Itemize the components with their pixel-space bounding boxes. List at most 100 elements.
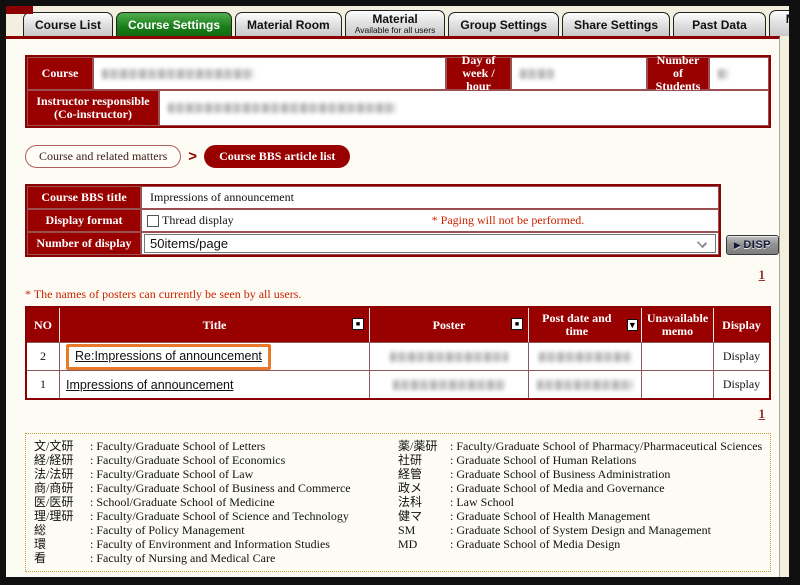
breadcrumb-separator: > [188,148,197,165]
column-header-display: Display [714,308,769,342]
chevron-down-icon [697,238,707,248]
legend-name: : Faculty/Graduate School of Science and… [90,509,398,523]
tab-material-room[interactable]: Material Room [235,12,342,36]
legend-name: : Faculty of Environment and Information… [90,537,398,551]
legend-item: 看: Faculty of Nursing and Medical Care [34,551,398,565]
tab-course-settings[interactable]: Course Settings [116,12,232,36]
legend-item: 経管: Graduate School of Business Administ… [398,467,762,481]
tab-group-settings[interactable]: Group Settings [448,12,559,36]
article-title-link[interactable]: Impressions of announcement [66,378,233,392]
tab-share-settings[interactable]: Share Settings [562,12,670,36]
article-title-cell: Re:Impressions of announcement [60,342,370,370]
title-sort-icon[interactable]: ■ [352,318,364,330]
tab-course-list[interactable]: Course List [23,12,113,36]
legend-abbr: 環 [34,537,90,551]
legend-abbr: 経/経研 [34,453,90,467]
column-header-no: NO [27,308,60,342]
students-value-cell [709,57,769,90]
legend-abbr: 医/医研 [34,495,90,509]
legend-name: : Law School [450,495,762,509]
poster-name-redacted [393,380,505,390]
tab-past-data[interactable]: Past Data [673,12,766,36]
tab-material-label: Material [372,12,417,26]
legend-name: : Graduate School of Human Relations [450,453,762,467]
article-title-link[interactable]: Re:Impressions of announcement [75,349,262,363]
instructor-value-cell [159,90,769,126]
article-memo-cell [642,342,714,370]
legend-name: : Graduate School of Media Design [450,537,762,551]
page-number-link[interactable]: 1 [759,267,772,282]
table-row: 1 Impressions of announcement Display [27,370,769,398]
legend-name: : Faculty/Graduate School of Letters [90,439,398,453]
article-display-link[interactable]: Display [714,342,769,370]
post-date-redacted [537,380,633,390]
legend-item: 政メ: Graduate School of Media and Governa… [398,481,762,495]
page-number-link[interactable]: 1 [759,406,772,421]
legend-abbr: SM [398,523,450,537]
article-date-cell [529,342,642,370]
column-header-post-date: Post date and time ▼ [529,308,642,342]
legend-abbr: 法/法研 [34,467,90,481]
bbs-articles-table: NO Title ■ Poster ■ Post date and time ▼… [25,306,771,400]
legend-item: 理/理研: Faculty/Graduate School of Science… [34,509,398,523]
legend-name: : Faculty/Graduate School of Economics [90,453,398,467]
articles-table-header: NO Title ■ Poster ■ Post date and time ▼… [27,308,769,342]
students-count-redacted [718,69,728,79]
faculty-legend: 文/文研: Faculty/Graduate School of Letters… [25,433,771,572]
column-header-memo: Unavailable memo [642,308,714,342]
legend-item: 医/医研: School/Graduate School of Medicine [34,495,398,509]
poster-name-redacted [390,352,508,362]
poster-sort-icon[interactable]: ■ [511,318,523,330]
legend-name: : Graduate School of System Design and M… [450,523,762,537]
breadcrumb-current: Course BBS article list [204,145,350,168]
legend-item: 総: Faculty of Policy Management [34,523,398,537]
article-poster-cell [370,342,529,370]
tab-material[interactable]: Material Available for all users [345,10,446,36]
bbs-form-section: Course BBS title Impressions of announce… [25,184,779,257]
students-label: Number of Students [647,57,709,90]
article-title-cell: Impressions of announcement [60,370,370,398]
disp-button-label: DISP [743,239,771,251]
highlight-box: Re:Impressions of announcement [66,344,271,370]
legend-abbr: 理/理研 [34,509,90,523]
date-sort-desc-icon[interactable]: ▼ [627,319,638,331]
post-date-header-label: Post date and time [532,312,622,338]
legend-item: 法科: Law School [398,495,762,509]
tab-bar: Course List Course Settings Material Roo… [6,6,789,36]
title-header-label: Title [203,319,227,332]
legend-left-column: 文/文研: Faculty/Graduate School of Letters… [34,439,398,565]
legend-abbr: 総 [34,523,90,537]
legend-abbr: MD [398,537,450,551]
course-value-cell [93,57,446,90]
breadcrumb: Course and related matters > Course BBS … [25,143,779,169]
play-icon: ▶ [734,240,741,251]
day-of-week-value-cell [511,57,647,90]
breadcrumb-parent-button[interactable]: Course and related matters [25,145,181,168]
display-count-select[interactable]: 50items/page [144,234,716,253]
poster-header-label: Poster [433,319,466,332]
legend-name: : Graduate School of Business Administra… [450,467,762,481]
display-format-label: Display format [27,209,141,232]
instructor-name-redacted [168,103,396,113]
tab-message-label: Message [786,12,789,26]
legend-name: : Faculty/Graduate School of Law [90,467,398,481]
legend-abbr: 薬/薬研 [398,439,450,453]
display-count-label: Number of display [27,232,141,255]
display-format-value-cell: Thread display * Paging will not be perf… [141,209,719,232]
article-date-cell [529,370,642,398]
course-label: Course [27,57,93,90]
legend-abbr: 健マ [398,509,450,523]
legend-abbr: 法科 [398,495,450,509]
column-header-poster: Poster ■ [370,308,529,342]
article-display-link[interactable]: Display [714,370,769,398]
disp-button[interactable]: ▶DISP [726,235,779,255]
legend-name: : Graduate School of Health Management [450,509,762,523]
legend-abbr: 社研 [398,453,450,467]
legend-item: 法/法研: Faculty/Graduate School of Law [34,467,398,481]
content-panel: Course Day of week / hour Number of Stud… [6,36,780,577]
article-poster-cell [370,370,529,398]
legend-item: 健マ: Graduate School of Health Management [398,509,762,523]
thread-display-checkbox[interactable] [147,215,159,227]
tab-message[interactable]: Message on a class [769,10,789,36]
post-date-redacted [539,352,631,362]
